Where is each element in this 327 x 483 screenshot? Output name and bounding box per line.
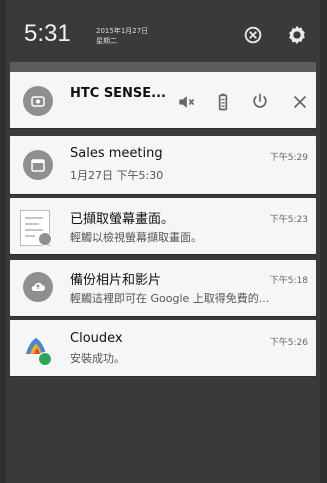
notification-time: 下午5:23 [269,215,308,225]
notification-subtitle: 1月27日 下午5:30 [70,169,164,182]
clear-all-icon[interactable] [242,24,264,46]
cloud-upload-icon [23,272,53,302]
status-bar: 5:31 2015年1月27日 星期二 [10,10,316,60]
install-success-badge-icon [38,352,52,366]
notification-title: 備份相片和影片 [70,273,162,288]
notification-title: 已擷取螢幕畫面。 [70,212,175,227]
screenshot-badge-icon [38,232,52,246]
notification-cloudex[interactable]: Cloudex 安裝成功。 下午5:26 [10,320,316,376]
notification-time: 下午5:18 [269,276,308,286]
calendar-icon [23,150,53,180]
power-icon[interactable] [250,92,270,112]
notification-title: Cloudex [70,331,123,346]
notification-screenshot[interactable]: 已擷取螢幕畫面。 輕觸以檢視螢幕擷取畫面。 下午5:23 [10,198,316,254]
notification-title: Sales meeting [70,146,163,161]
notification-sales-meeting[interactable]: Sales meeting 1月27日 下午5:30 下午5:29 [10,136,316,194]
settings-gear-icon[interactable] [286,24,308,46]
date-line-2: 星期二 [96,37,117,45]
clock: 5:31 [24,20,71,47]
quick-actions-title: HTC SENSE... [70,86,166,101]
quick-actions-app-icon [23,86,53,116]
date-line-1: 2015年1月27日 [96,27,149,35]
notification-subtitle: 輕觸這裡即可在 Google 上取得免費的... [70,292,270,305]
close-icon[interactable] [290,92,310,112]
volume-off-icon[interactable] [176,92,196,112]
notification-time: 下午5:29 [269,153,308,163]
notification-subtitle: 安裝成功。 [70,352,125,365]
battery-icon[interactable] [213,92,233,112]
notification-time: 下午5:26 [269,338,308,348]
notification-subtitle: 輕觸以檢視螢幕擷取畫面。 [70,231,202,244]
date: 2015年1月27日 星期二 [96,26,148,46]
notification-backup-photos[interactable]: 備份相片和影片 輕觸這裡即可在 Google 上取得免費的... 下午5:18 [10,260,316,316]
quick-actions-card[interactable]: HTC SENSE... [10,72,316,128]
